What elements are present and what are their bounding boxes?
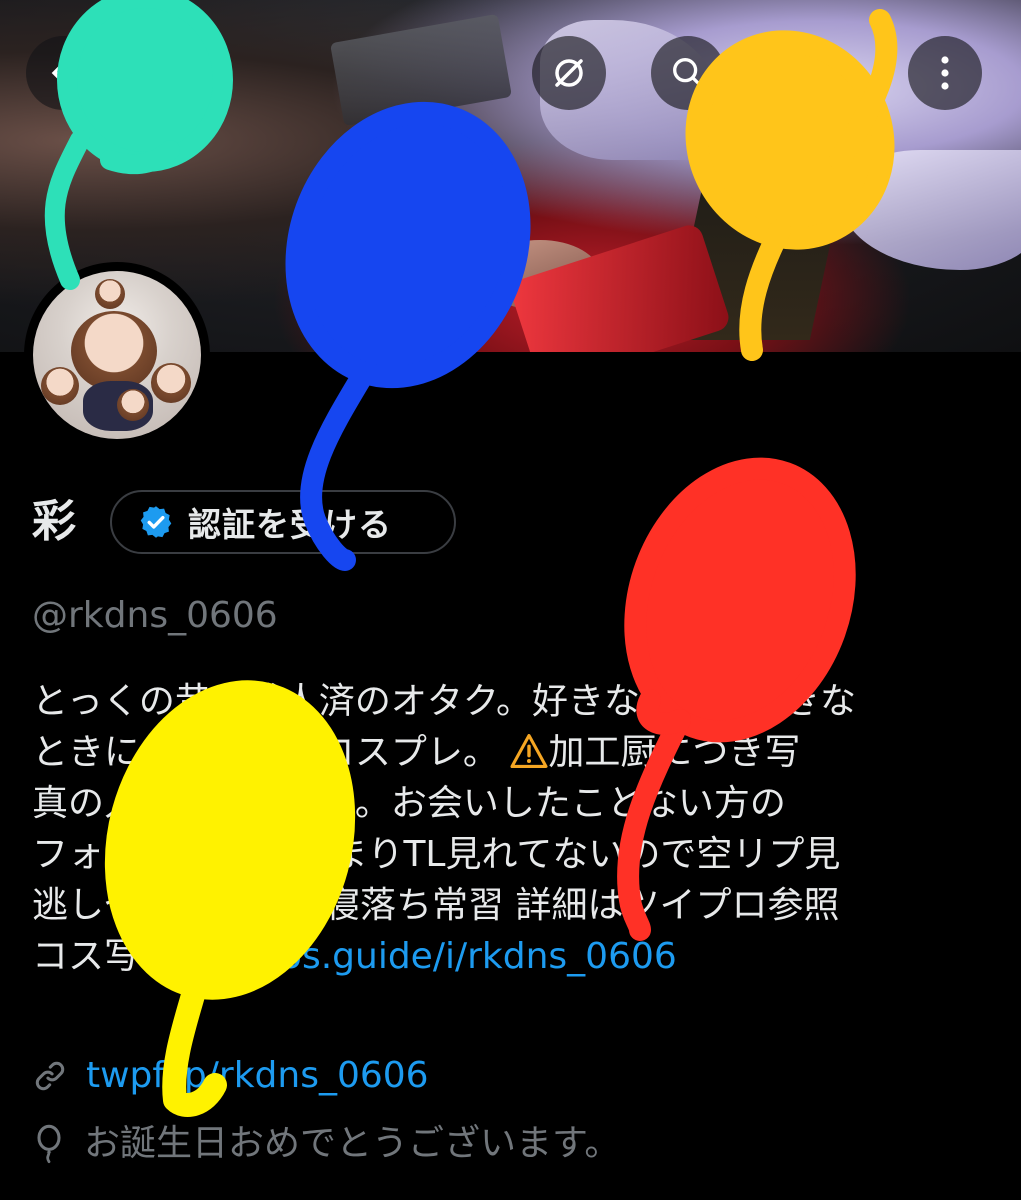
bio-line-4: フォロー歓迎。 あまりTL見れてないので空リプ見 <box>32 834 841 875</box>
avatar-plush-left <box>41 367 79 405</box>
avatar-plush-main <box>71 311 157 391</box>
display-name: 彩 <box>32 496 76 547</box>
avatar-image <box>33 271 201 439</box>
avatar-plush-center <box>117 389 149 421</box>
user-handle: @rkdns_0606 <box>32 595 278 636</box>
bio-line-1: とっくの昔に成人済のオタク。好きなものを好きな <box>32 681 857 722</box>
banner-figure-right <box>840 150 1021 270</box>
bio-line-6: コス写まとめ:cos.guide/i/rkdns_0606 <box>32 931 992 982</box>
warning-icon <box>510 734 548 768</box>
website-link[interactable]: twpf.jp/rkdns_0606 <box>86 1050 429 1102</box>
avatar-plush-small <box>95 279 125 309</box>
bio-line-2-text: ときに。ゲームとコスプレ。 <box>32 732 511 773</box>
verified-badge-icon <box>140 506 172 538</box>
avatar-plush-right <box>151 363 191 403</box>
more-options-button[interactable] <box>908 36 982 110</box>
back-button[interactable] <box>26 36 100 110</box>
avatar[interactable] <box>24 262 210 448</box>
bio-line-6-text: コス写まとめ: <box>32 936 261 977</box>
balloon-icon <box>37 1124 61 1164</box>
website-row: twpf.jp/rkdns_0606 <box>32 1050 429 1102</box>
sleep-emoji-icon <box>297 891 322 917</box>
bio-line-2-rest: 加工厨につき写 <box>548 732 801 773</box>
search-button[interactable] <box>651 36 725 110</box>
more-vertical-icon <box>941 56 949 90</box>
get-verified-button[interactable]: 認証を受ける <box>110 490 456 554</box>
banner-stage-sign <box>329 13 513 127</box>
bio-line-5: 逃しやすいです 寝落ち常習 詳細はツイプロ参照 <box>32 880 992 931</box>
grok-button[interactable] <box>532 36 606 110</box>
back-arrow-icon <box>51 61 75 85</box>
birthday-row: お誕生日おめでとうございます。 <box>32 1118 620 1170</box>
get-verified-label: 認証を受ける <box>188 505 392 544</box>
bio-line-5-rest: 寝落ち常習 詳細はツイプロ参照 <box>324 885 840 926</box>
birthday-text: お誕生日おめでとうございます。 <box>84 1123 621 1164</box>
bio-line-3: 真の人気ありません。お会いしたことない方の <box>32 783 786 824</box>
bio-link[interactable]: cos.guide/i/rkdns_0606 <box>260 936 677 977</box>
bio-line-2: ときに。ゲームとコスプレ。 加工厨につき写 <box>32 727 992 778</box>
search-icon <box>673 58 704 89</box>
link-icon <box>35 1061 65 1091</box>
bio-line-5-text: 逃しやすいです <box>32 885 295 926</box>
profile-bio: とっくの昔に成人済のオタク。好きなものを好きな ときに。ゲームとコスプレ。 加工… <box>32 676 992 982</box>
grok-icon <box>555 59 583 87</box>
